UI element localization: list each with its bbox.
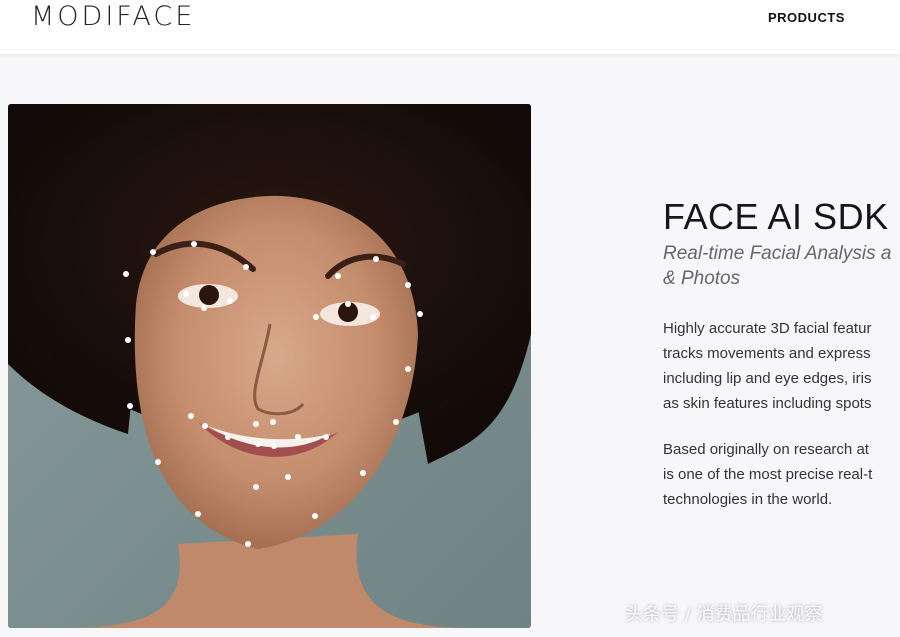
landmark-point xyxy=(201,305,207,311)
landmark-point xyxy=(313,314,319,320)
face-tracking-photo xyxy=(8,104,531,628)
landmark-point xyxy=(188,413,194,419)
landmark-point xyxy=(123,271,129,277)
subtitle-line-2: & Photos xyxy=(663,268,741,289)
landmark-point xyxy=(370,314,376,320)
landmark-point xyxy=(417,311,423,317)
landmark-point xyxy=(127,403,133,409)
landmark-point xyxy=(270,419,276,425)
landmark-point xyxy=(345,301,351,307)
landmark-point xyxy=(323,434,329,440)
landmark-point xyxy=(335,273,341,279)
landmark-point xyxy=(255,441,261,447)
landmark-point xyxy=(225,434,231,440)
landmark-point xyxy=(295,434,301,440)
landmark-point xyxy=(285,474,291,480)
landmark-point xyxy=(191,241,197,247)
paragraph-line: tracks movements and express xyxy=(663,345,871,362)
landmark-point xyxy=(155,459,161,465)
landmark-point xyxy=(393,419,399,425)
landmark-point xyxy=(360,470,366,476)
landmark-point xyxy=(405,366,411,372)
landmark-point xyxy=(183,291,189,297)
landmark-point xyxy=(202,423,208,429)
landmark-point xyxy=(312,513,318,519)
description-paragraph-2: Based originally on research at is one o… xyxy=(663,437,900,512)
landmark-point xyxy=(125,337,131,343)
watermark-text: 头条号 / 消费品行业观察 xyxy=(625,604,823,625)
landmark-point xyxy=(253,484,259,490)
description-paragraph-1: Highly accurate 3D facial featur tracks … xyxy=(663,316,900,416)
paragraph-line: technologies in the world. xyxy=(663,491,833,508)
landmark-point xyxy=(405,282,411,288)
modiface-logo[interactable]: MODIFACE xyxy=(31,1,195,32)
landmark-point xyxy=(271,443,277,449)
landmark-point xyxy=(253,421,259,427)
page-title: FACE AI SDK xyxy=(663,196,889,237)
landmark-point xyxy=(195,511,201,517)
subtitle: Real-time Facial Analysis a & Photos xyxy=(663,241,900,291)
landmark-point xyxy=(227,298,233,304)
paragraph-line: Based originally on research at xyxy=(663,441,869,458)
landmark-points-overlay xyxy=(123,241,423,547)
paragraph-line: including lip and eye edges, iris xyxy=(663,370,872,387)
landmark-point xyxy=(243,264,249,270)
landmark-point xyxy=(245,541,251,547)
paragraph-line: as skin features including spots xyxy=(663,395,872,412)
landmark-point xyxy=(150,249,156,255)
paragraph-line: is one of the most precise real-t xyxy=(663,466,873,483)
paragraph-line: Highly accurate 3D facial featur xyxy=(663,320,872,337)
landmark-point xyxy=(373,256,379,262)
subtitle-line-1: Real-time Facial Analysis a xyxy=(663,243,892,264)
hero-content: FACE AI SDK Real-time Facial Analysis a … xyxy=(663,0,900,637)
